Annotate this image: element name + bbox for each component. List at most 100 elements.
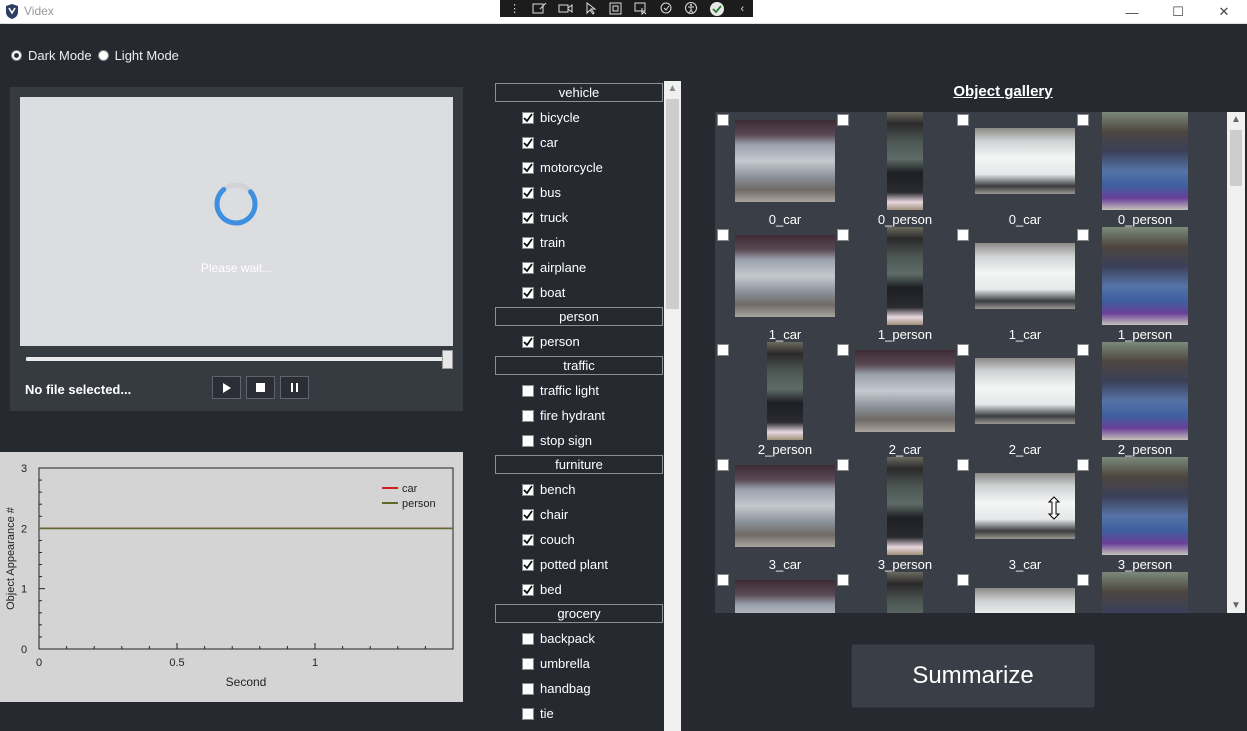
category-item-truck[interactable]: truck: [495, 205, 663, 230]
checkbox[interactable]: [522, 632, 534, 645]
object-thumbnail[interactable]: [975, 128, 1075, 194]
gallery-tile[interactable]: [835, 572, 955, 613]
dark-mode-label[interactable]: Dark Mode: [28, 48, 92, 63]
gallery-tile[interactable]: 2_car: [835, 342, 955, 457]
summarize-button[interactable]: Summarize: [851, 644, 1095, 708]
gallery-select-checkbox[interactable]: [1077, 344, 1089, 356]
gallery-tile[interactable]: [1075, 572, 1195, 613]
collapse-toolbar-icon[interactable]: ‹: [732, 1, 753, 16]
checkbox[interactable]: [522, 186, 534, 199]
category-item-stop-sign[interactable]: stop sign: [495, 428, 663, 453]
gallery-tile[interactable]: 3_car: [715, 457, 835, 572]
object-thumbnail[interactable]: [767, 342, 803, 440]
gallery-tile[interactable]: [955, 572, 1075, 613]
object-thumbnail[interactable]: [887, 457, 923, 555]
checkbox[interactable]: [522, 682, 534, 695]
gallery-tile[interactable]: 0_car: [715, 112, 835, 227]
checkbox[interactable]: [522, 236, 534, 249]
category-item-bus[interactable]: bus: [495, 180, 663, 205]
close-button[interactable]: ✕: [1201, 0, 1247, 24]
gallery-tile[interactable]: 2_person: [1075, 342, 1195, 457]
maximize-button[interactable]: ☐: [1155, 0, 1201, 24]
gallery-select-checkbox[interactable]: [837, 459, 849, 471]
gallery-tile[interactable]: 1_person: [835, 227, 955, 342]
gallery-tile[interactable]: 1_car: [715, 227, 835, 342]
gallery-select-checkbox[interactable]: [717, 229, 729, 241]
checkbox[interactable]: [522, 583, 534, 596]
gallery-select-checkbox[interactable]: [717, 459, 729, 471]
object-thumbnail[interactable]: [975, 243, 1075, 309]
gallery-select-checkbox[interactable]: [1077, 229, 1089, 241]
category-item-train[interactable]: train: [495, 230, 663, 255]
object-thumbnail[interactable]: [887, 572, 923, 613]
gallery-select-checkbox[interactable]: [1077, 114, 1089, 126]
object-thumbnail[interactable]: [1102, 112, 1188, 210]
checkbox[interactable]: [522, 409, 534, 422]
checkbox[interactable]: [522, 286, 534, 299]
category-item-bicycle[interactable]: bicycle: [495, 105, 663, 130]
seek-slider-track[interactable]: [26, 357, 452, 361]
checkbox[interactable]: [522, 211, 534, 224]
checkbox[interactable]: [522, 533, 534, 546]
category-item-bench[interactable]: bench: [495, 477, 663, 502]
window-select-icon[interactable]: [630, 1, 651, 16]
object-thumbnail[interactable]: [735, 465, 835, 547]
gallery-scrollbar[interactable]: ▲ ▼: [1227, 112, 1245, 613]
category-item-airplane[interactable]: airplane: [495, 255, 663, 280]
checkbox[interactable]: [522, 136, 534, 149]
category-item-tie[interactable]: tie: [495, 701, 663, 726]
object-thumbnail[interactable]: [1102, 457, 1188, 555]
gallery-select-checkbox[interactable]: [837, 229, 849, 241]
drag-handle-icon[interactable]: ⋮: [504, 1, 525, 16]
pointer-select-icon[interactable]: [580, 1, 601, 16]
category-item-potted-plant[interactable]: potted plant: [495, 552, 663, 577]
record-video-icon[interactable]: [555, 1, 576, 16]
checkbox[interactable]: [522, 657, 534, 670]
gallery-select-checkbox[interactable]: [717, 344, 729, 356]
seek-slider-handle[interactable]: [442, 350, 453, 369]
dark-mode-radio[interactable]: [11, 50, 22, 61]
object-thumbnail[interactable]: [735, 120, 835, 202]
checkbox[interactable]: [522, 261, 534, 274]
object-thumbnail[interactable]: [887, 227, 923, 325]
category-item-motorcycle[interactable]: motorcycle: [495, 155, 663, 180]
gallery-tile[interactable]: [715, 572, 835, 613]
gallery-select-checkbox[interactable]: [1077, 459, 1089, 471]
gallery-select-checkbox[interactable]: [957, 114, 969, 126]
gallery-select-checkbox[interactable]: [837, 114, 849, 126]
category-item-bed[interactable]: bed: [495, 577, 663, 602]
object-thumbnail[interactable]: [855, 350, 955, 432]
gallery-select-checkbox[interactable]: [957, 344, 969, 356]
checkbox[interactable]: [522, 434, 534, 447]
stop-button[interactable]: [246, 376, 275, 399]
gallery-tile[interactable]: 2_person: [715, 342, 835, 457]
checkbox[interactable]: [522, 161, 534, 174]
checkbox[interactable]: [522, 335, 534, 348]
gallery-select-checkbox[interactable]: [957, 459, 969, 471]
gallery-select-checkbox[interactable]: [717, 114, 729, 126]
gallery-tile[interactable]: 0_car: [955, 112, 1075, 227]
object-thumbnail[interactable]: [735, 580, 835, 613]
object-thumbnail[interactable]: [1102, 572, 1188, 613]
accessibility-icon[interactable]: [681, 1, 702, 16]
gallery-scroll-thumb[interactable]: [1230, 130, 1242, 186]
gallery-tile[interactable]: 2_car: [955, 342, 1075, 457]
gallery-select-checkbox[interactable]: [1077, 574, 1089, 586]
scroll-down-icon[interactable]: ▼: [1227, 600, 1245, 611]
gallery-select-checkbox[interactable]: [837, 344, 849, 356]
object-thumbnail[interactable]: [887, 112, 923, 210]
gallery-tile[interactable]: 3_person: [835, 457, 955, 572]
checkbox[interactable]: [522, 558, 534, 571]
object-thumbnail[interactable]: [1102, 227, 1188, 325]
category-item-backpack[interactable]: backpack: [495, 626, 663, 651]
gallery-tile[interactable]: 0_person: [835, 112, 955, 227]
category-item-traffic-light[interactable]: traffic light: [495, 378, 663, 403]
play-button[interactable]: [212, 376, 241, 399]
object-thumbnail[interactable]: [735, 235, 835, 317]
category-item-boat[interactable]: boat: [495, 280, 663, 305]
checkbox[interactable]: [522, 707, 534, 720]
category-scroll-thumb[interactable]: [666, 99, 679, 309]
checkbox[interactable]: [522, 508, 534, 521]
gallery-select-checkbox[interactable]: [837, 574, 849, 586]
light-mode-radio[interactable]: [97, 50, 109, 61]
